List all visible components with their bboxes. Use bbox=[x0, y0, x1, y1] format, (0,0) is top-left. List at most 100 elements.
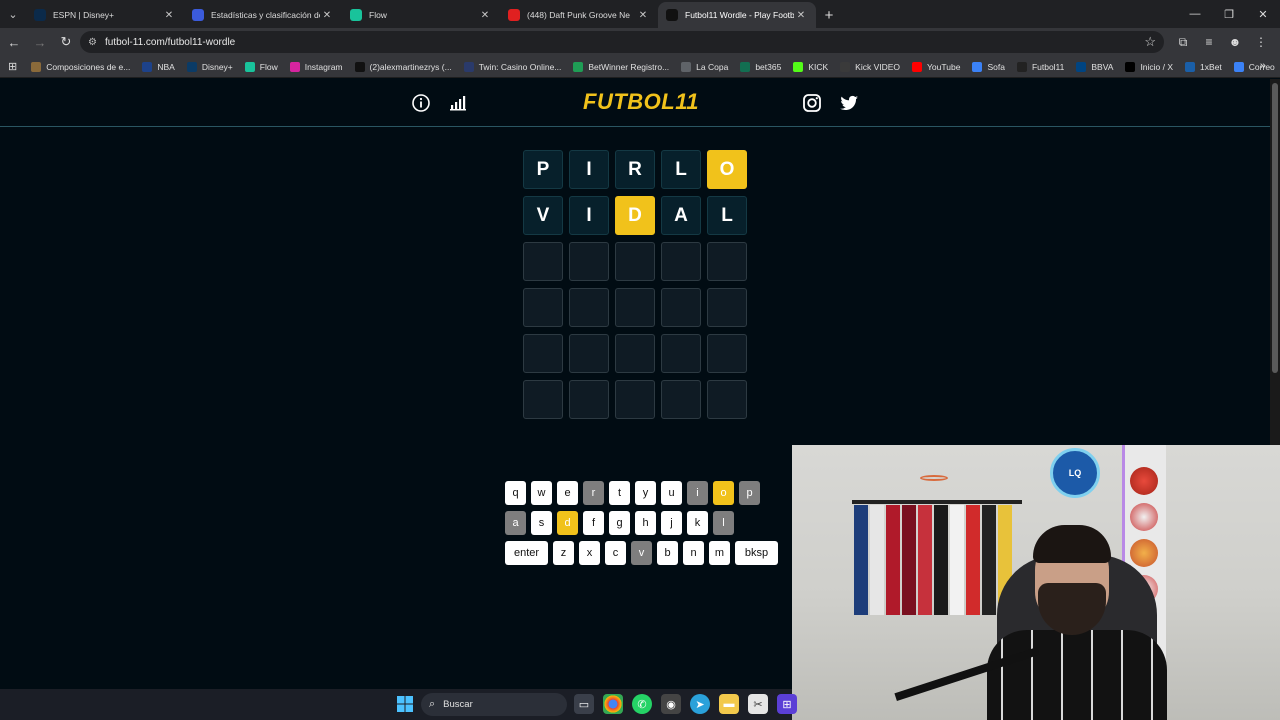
bookmark-star-icon[interactable]: ☆ bbox=[1144, 34, 1156, 50]
bookmark-label: La Copa bbox=[696, 61, 729, 72]
obs-icon[interactable]: ◉ bbox=[661, 694, 681, 714]
bookmark-item[interactable]: Flow bbox=[244, 61, 278, 72]
tab-close-icon[interactable]: ✕ bbox=[162, 10, 176, 21]
key-z[interactable]: z bbox=[553, 541, 574, 565]
more-bookmarks-icon[interactable]: » bbox=[1260, 60, 1266, 72]
tab-close-icon[interactable]: ✕ bbox=[320, 10, 334, 21]
key-q[interactable]: q bbox=[505, 481, 526, 505]
task-view-icon[interactable]: ▭ bbox=[574, 694, 594, 714]
back-icon[interactable]: ← bbox=[2, 30, 26, 54]
bookmark-item[interactable]: BBVA bbox=[1076, 61, 1113, 72]
key-w[interactable]: w bbox=[531, 481, 552, 505]
key-l[interactable]: l bbox=[713, 511, 734, 535]
key-p[interactable]: p bbox=[739, 481, 760, 505]
key-b[interactable]: b bbox=[657, 541, 678, 565]
bookmark-item[interactable]: Composiciones de e... bbox=[31, 61, 130, 72]
bookmark-item[interactable]: Inicio / X bbox=[1125, 61, 1173, 72]
media-icon[interactable]: ≡ bbox=[1196, 30, 1222, 54]
menu-icon[interactable]: ⋮ bbox=[1248, 30, 1274, 54]
stats-icon[interactable] bbox=[448, 93, 468, 113]
key-x[interactable]: x bbox=[579, 541, 600, 565]
bookmark-item[interactable]: Kick VIDEO bbox=[840, 61, 900, 72]
scrollbar-thumb[interactable] bbox=[1272, 83, 1278, 373]
bookmark-item[interactable]: Futbol11 bbox=[1016, 61, 1064, 72]
close-window-icon[interactable]: ✕ bbox=[1246, 0, 1280, 28]
file-explorer-icon[interactable]: ▬ bbox=[719, 694, 739, 714]
maximize-icon[interactable]: ❐ bbox=[1212, 0, 1246, 28]
key-r[interactable]: r bbox=[583, 481, 604, 505]
info-icon[interactable] bbox=[411, 93, 431, 113]
key-bksp[interactable]: bksp bbox=[735, 541, 778, 565]
bookmark-favicon-icon bbox=[354, 61, 365, 72]
key-d[interactable]: d bbox=[557, 511, 578, 535]
key-j[interactable]: j bbox=[661, 511, 682, 535]
app-icon[interactable]: ⊞ bbox=[777, 694, 797, 714]
reload-icon[interactable]: ↻ bbox=[54, 30, 78, 54]
apps-icon[interactable]: ⊞ bbox=[8, 61, 17, 73]
key-a[interactable]: a bbox=[505, 511, 526, 535]
browser-tab[interactable]: Futbol11 Wordle - Play Football ✕ bbox=[658, 2, 816, 28]
bookmark-item[interactable]: Sofa bbox=[972, 61, 1005, 72]
key-c[interactable]: c bbox=[605, 541, 626, 565]
board-cell: D bbox=[615, 196, 655, 235]
instagram-icon[interactable] bbox=[802, 93, 822, 113]
key-s[interactable]: s bbox=[531, 511, 552, 535]
bookmark-item[interactable]: Instagram bbox=[289, 61, 343, 72]
bookmark-item[interactable]: bet365 bbox=[740, 61, 782, 72]
tab-close-icon[interactable]: ✕ bbox=[478, 10, 492, 21]
bookmark-label: 1xBet bbox=[1200, 61, 1222, 72]
bookmark-label: bet365 bbox=[755, 61, 782, 72]
minimize-icon[interactable]: — bbox=[1178, 0, 1212, 28]
bookmark-item[interactable]: Correo bbox=[1233, 61, 1275, 72]
bookmark-item[interactable]: (2)alexmartinezrys (... bbox=[354, 61, 452, 72]
tab-close-icon[interactable]: ✕ bbox=[794, 10, 808, 21]
key-y[interactable]: y bbox=[635, 481, 656, 505]
forward-icon[interactable]: → bbox=[28, 30, 52, 54]
twitter-icon[interactable] bbox=[839, 93, 859, 113]
tab-close-icon[interactable]: ✕ bbox=[636, 10, 650, 21]
board-cell bbox=[661, 380, 701, 419]
key-m[interactable]: m bbox=[709, 541, 730, 565]
browser-tab[interactable]: Flow ✕ bbox=[342, 2, 500, 28]
board-cell bbox=[569, 380, 609, 419]
whatsapp-icon[interactable]: ✆ bbox=[632, 694, 652, 714]
bookmark-item[interactable]: YouTube bbox=[912, 61, 960, 72]
taskbar-search[interactable]: ⌕ Buscar bbox=[421, 693, 567, 716]
bookmark-item[interactable]: KICK bbox=[793, 61, 828, 72]
key-t[interactable]: t bbox=[609, 481, 630, 505]
chrome-icon[interactable] bbox=[603, 694, 623, 714]
site-logo[interactable]: FUTBOL11 bbox=[583, 89, 699, 115]
key-enter[interactable]: enter bbox=[505, 541, 548, 565]
profile-icon[interactable]: ☻ bbox=[1222, 30, 1248, 54]
bookmark-item[interactable]: La Copa bbox=[681, 61, 729, 72]
key-u[interactable]: u bbox=[661, 481, 682, 505]
key-k[interactable]: k bbox=[687, 511, 708, 535]
bookmark-favicon-icon bbox=[142, 61, 153, 72]
bookmark-item[interactable]: Disney+ bbox=[186, 61, 233, 72]
key-v[interactable]: v bbox=[631, 541, 652, 565]
site-info-icon[interactable]: ⚙ bbox=[88, 37, 97, 48]
key-g[interactable]: g bbox=[609, 511, 630, 535]
key-o[interactable]: o bbox=[713, 481, 734, 505]
bookmark-item[interactable]: Twin: Casino Online... bbox=[463, 61, 561, 72]
key-e[interactable]: e bbox=[557, 481, 578, 505]
browser-tab[interactable]: Estadísticas y clasificación de Tr✕ bbox=[184, 2, 342, 28]
bookmark-item[interactable]: 1xBet bbox=[1185, 61, 1222, 72]
address-bar[interactable]: ⚙ futbol-11.com/futbol11-wordle ☆ bbox=[80, 31, 1164, 53]
tab-search-icon[interactable]: ⌄ bbox=[0, 0, 26, 28]
key-i[interactable]: i bbox=[687, 481, 708, 505]
key-h[interactable]: h bbox=[635, 511, 656, 535]
key-f[interactable]: f bbox=[583, 511, 604, 535]
new-tab-button[interactable]: + bbox=[816, 2, 842, 28]
browser-tab[interactable]: ESPN | Disney+ ✕ bbox=[26, 2, 184, 28]
windows-start-icon[interactable] bbox=[395, 694, 415, 714]
telegram-icon[interactable]: ➤ bbox=[690, 694, 710, 714]
key-n[interactable]: n bbox=[683, 541, 704, 565]
bookmark-item[interactable]: BetWinner Registro... bbox=[573, 61, 669, 72]
snipping-tool-icon[interactable]: ✂ bbox=[748, 694, 768, 714]
tab-title: Futbol11 Wordle - Play Football bbox=[685, 10, 794, 20]
url-text[interactable]: futbol-11.com/futbol11-wordle bbox=[105, 37, 235, 48]
browser-tab[interactable]: (448) Daft Punk Groove Ne ✕ bbox=[500, 2, 658, 28]
bookmark-item[interactable]: NBA bbox=[142, 61, 175, 72]
extensions-icon[interactable]: ⧉ bbox=[1170, 30, 1196, 54]
